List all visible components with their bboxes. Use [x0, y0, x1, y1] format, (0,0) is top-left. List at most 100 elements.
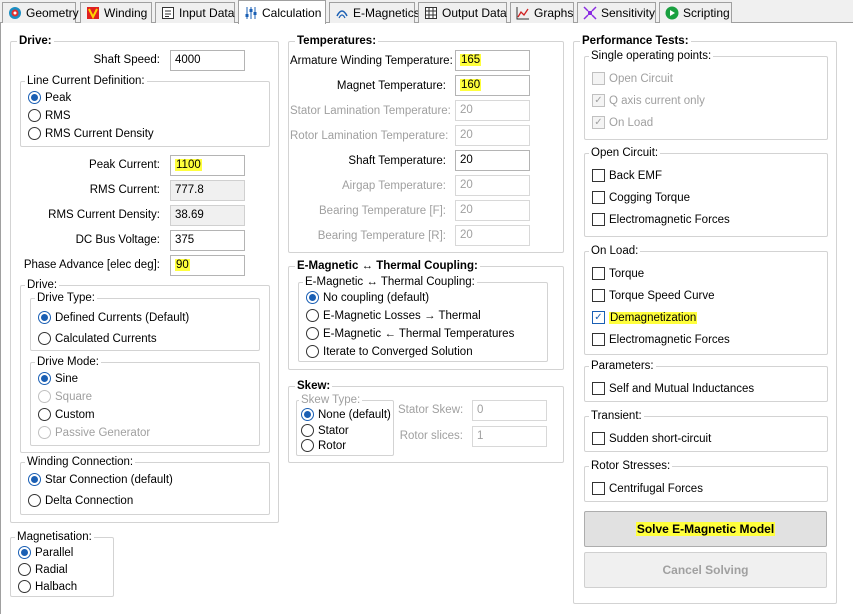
- radio-calculated-currents[interactable]: Calculated Currents: [38, 332, 157, 345]
- winding-connection-title: Winding Connection:: [25, 456, 136, 469]
- check-cogging-torque[interactable]: Cogging Torque: [592, 191, 690, 204]
- radio-passive-generator: Passive Generator: [38, 426, 150, 439]
- dc-bus-input[interactable]: 375: [170, 230, 245, 251]
- check-torque[interactable]: Torque: [592, 267, 644, 280]
- airgap-temp-input: 20: [455, 175, 530, 196]
- on-load-title: On Load:: [589, 245, 641, 258]
- tab-label: Input Data: [179, 6, 235, 20]
- tab-label: Winding: [104, 6, 148, 20]
- check-on-load-single: ✓ On Load: [592, 116, 653, 129]
- bearing-r-temp-label: Bearing Temperature [R]:: [317, 230, 446, 242]
- radio-rms-current-density[interactable]: RMS Current Density: [28, 127, 154, 140]
- check-em-forces-ol[interactable]: Electromagnetic Forces: [592, 333, 730, 346]
- tab-bar: Geometry Winding Input Data Calculation …: [0, 0, 853, 24]
- check-em-forces-oc[interactable]: Electromagnetic Forces: [592, 213, 730, 226]
- stator-skew-label: Stator Skew:: [398, 404, 464, 416]
- input-data-icon: [161, 6, 175, 20]
- radio-indicator: [28, 91, 41, 104]
- rms-current-value: 777.8: [170, 180, 245, 201]
- magnetisation-title: Magnetisation:: [15, 531, 94, 544]
- drive-sub-title: Drive:: [25, 279, 60, 292]
- check-self-mutual-inductances[interactable]: Self and Mutual Inductances: [592, 382, 754, 395]
- radio-losses-to-thermal[interactable]: E-Magnetic Losses → Thermal: [306, 309, 481, 322]
- tab-winding[interactable]: Winding: [80, 2, 152, 23]
- radio-skew-rotor[interactable]: Rotor: [301, 439, 346, 452]
- rotor-lam-temp-label: Rotor Lamination Temperature:: [290, 130, 449, 142]
- tab-geometry[interactable]: Geometry: [2, 2, 79, 23]
- magnet-temp-label: Magnet Temperature:: [336, 80, 446, 92]
- radio-skew-none[interactable]: None (default): [301, 408, 391, 421]
- tab-label: Scripting: [683, 6, 730, 20]
- performance-tests-title: Performance Tests:: [580, 35, 691, 48]
- sensitivity-icon: [583, 6, 597, 20]
- radio-rms[interactable]: RMS: [28, 109, 71, 122]
- armature-temp-label: Armature Winding Temperature:: [290, 55, 453, 67]
- radio-skew-stator[interactable]: Stator: [301, 424, 349, 437]
- parameters-title: Parameters:: [589, 360, 656, 373]
- drive-mode-title: Drive Mode:: [35, 356, 101, 369]
- temperatures-title: Temperatures:: [295, 35, 379, 48]
- radio-square: Square: [38, 390, 92, 403]
- airgap-temp-label: Airgap Temperature:: [342, 180, 446, 192]
- skew-type-title: Skew Type:: [299, 394, 363, 407]
- stator-lam-temp-input: 20: [455, 100, 530, 121]
- shaft-temp-label: Shaft Temperature:: [348, 155, 446, 167]
- radio-star-connection[interactable]: Star Connection (default): [28, 473, 173, 486]
- temperatures-group: Temperatures:: [288, 35, 564, 253]
- emagnetics-icon: [335, 6, 349, 20]
- scripting-icon: [665, 6, 679, 20]
- tab-label: Output Data: [442, 6, 507, 20]
- tab-input-data[interactable]: Input Data: [155, 2, 235, 23]
- tab-scripting[interactable]: Scripting: [659, 2, 732, 23]
- skew-title: Skew:: [295, 380, 333, 393]
- radio-halbach[interactable]: Halbach: [18, 580, 77, 593]
- radio-custom[interactable]: Custom: [38, 408, 95, 421]
- radio-parallel[interactable]: Parallel: [18, 546, 73, 559]
- graphs-icon: [516, 6, 530, 20]
- radio-sine[interactable]: Sine: [38, 372, 78, 385]
- peak-current-label: Peak Current:: [89, 159, 160, 171]
- peak-current-input[interactable]: 1100: [170, 155, 245, 176]
- check-centrifugal-forces[interactable]: Centrifugal Forces: [592, 482, 703, 495]
- shaft-temp-input[interactable]: 20: [455, 150, 530, 171]
- shaft-speed-input[interactable]: 4000: [170, 50, 245, 71]
- radio-iterate-converged[interactable]: Iterate to Converged Solution: [306, 345, 473, 358]
- bearing-r-temp-input: 20: [455, 225, 530, 246]
- tab-graphs[interactable]: Graphs: [510, 2, 574, 23]
- transient-title: Transient:: [589, 410, 644, 423]
- tab-label: E-Magnetics: [353, 6, 420, 20]
- radio-no-coupling[interactable]: No coupling (default): [306, 291, 429, 304]
- dc-bus-label: DC Bus Voltage:: [75, 234, 160, 246]
- stator-lam-temp-label: Stator Lamination Temperature:: [290, 105, 451, 117]
- bearing-f-temp-label: Bearing Temperature [F]:: [319, 205, 446, 217]
- check-sudden-short-circuit[interactable]: Sudden short-circuit: [592, 432, 711, 445]
- tab-label: Geometry: [26, 6, 79, 20]
- tab-output-data[interactable]: Output Data: [418, 2, 507, 23]
- radio-thermal-temperatures[interactable]: E-Magnetic ← Thermal Temperatures: [306, 327, 514, 340]
- armature-temp-input[interactable]: 165: [455, 50, 530, 71]
- magnet-temp-input[interactable]: 160: [455, 75, 530, 96]
- tab-sensitivity[interactable]: Sensitivity: [577, 2, 656, 23]
- radio-radial[interactable]: Radial: [18, 563, 68, 576]
- tab-label: Graphs: [534, 6, 574, 20]
- single-operating-points-title: Single operating points:: [589, 50, 714, 63]
- tab-calculation[interactable]: Calculation: [238, 0, 326, 24]
- radio-delta-connection[interactable]: Delta Connection: [28, 494, 133, 507]
- check-open-circuit-single: Open Circuit: [592, 72, 673, 85]
- geometry-icon: [8, 6, 22, 20]
- tab-emagnetics[interactable]: E-Magnetics: [329, 2, 420, 23]
- rms-density-label: RMS Current Density:: [48, 209, 160, 221]
- tab-label: Sensitivity: [601, 6, 656, 20]
- calculation-icon: [244, 6, 258, 20]
- output-data-icon: [424, 6, 438, 20]
- phase-advance-input[interactable]: 90: [170, 255, 245, 276]
- check-demagnetization[interactable]: ✓ Demagnetization: [592, 311, 698, 324]
- radio-defined-currents[interactable]: Defined Currents (Default): [38, 311, 189, 324]
- check-back-emf[interactable]: Back EMF: [592, 169, 662, 182]
- drive-title: Drive:: [17, 35, 54, 48]
- radio-peak[interactable]: Peak: [28, 91, 71, 104]
- solve-emagnetic-button[interactable]: Solve E-Magnetic Model: [584, 511, 827, 547]
- check-torque-speed-curve[interactable]: Torque Speed Curve: [592, 289, 714, 302]
- rms-current-label: RMS Current:: [89, 184, 160, 196]
- rotor-slices-input: 1: [472, 426, 547, 447]
